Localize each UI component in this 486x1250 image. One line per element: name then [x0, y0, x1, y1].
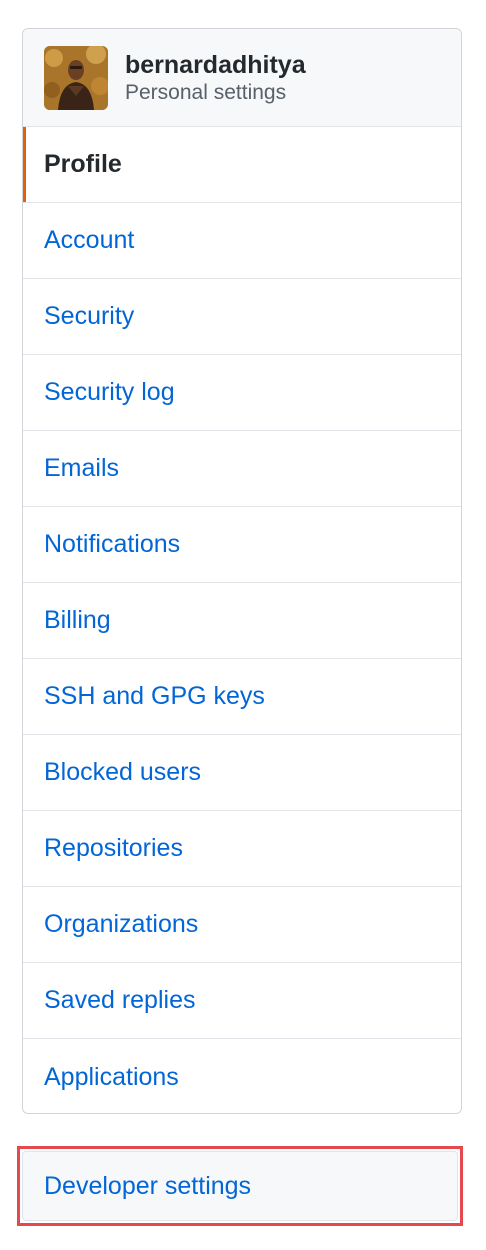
- menu-item-notifications[interactable]: Notifications: [23, 507, 461, 583]
- menu-header: bernardadhitya Personal settings: [23, 29, 461, 127]
- username[interactable]: bernardadhitya: [125, 50, 306, 80]
- menu-item-blocked-users[interactable]: Blocked users: [23, 735, 461, 811]
- developer-settings-link[interactable]: Developer settings: [22, 1151, 458, 1221]
- header-text: bernardadhitya Personal settings: [125, 50, 306, 106]
- menu-item-billing[interactable]: Billing: [23, 583, 461, 659]
- menu-item-security-log[interactable]: Security log: [23, 355, 461, 431]
- developer-settings-highlight: Developer settings: [17, 1146, 463, 1226]
- menu-item-account[interactable]: Account: [23, 203, 461, 279]
- header-subtitle: Personal settings: [125, 80, 287, 104]
- user-avatar-photo-icon: [44, 45, 108, 110]
- avatar[interactable]: [44, 45, 108, 110]
- menu-item-repositories[interactable]: Repositories: [23, 811, 461, 887]
- menu-item-applications[interactable]: Applications: [23, 1039, 461, 1113]
- menu-item-saved-replies[interactable]: Saved replies: [23, 963, 461, 1039]
- menu-item-ssh-gpg-keys[interactable]: SSH and GPG keys: [23, 659, 461, 735]
- menu-item-emails[interactable]: Emails: [23, 431, 461, 507]
- menu-item-profile[interactable]: Profile: [23, 127, 461, 203]
- menu-item-organizations[interactable]: Organizations: [23, 887, 461, 963]
- settings-menu: bernardadhitya Personal settings Profile…: [22, 28, 462, 1114]
- menu-item-security[interactable]: Security: [23, 279, 461, 355]
